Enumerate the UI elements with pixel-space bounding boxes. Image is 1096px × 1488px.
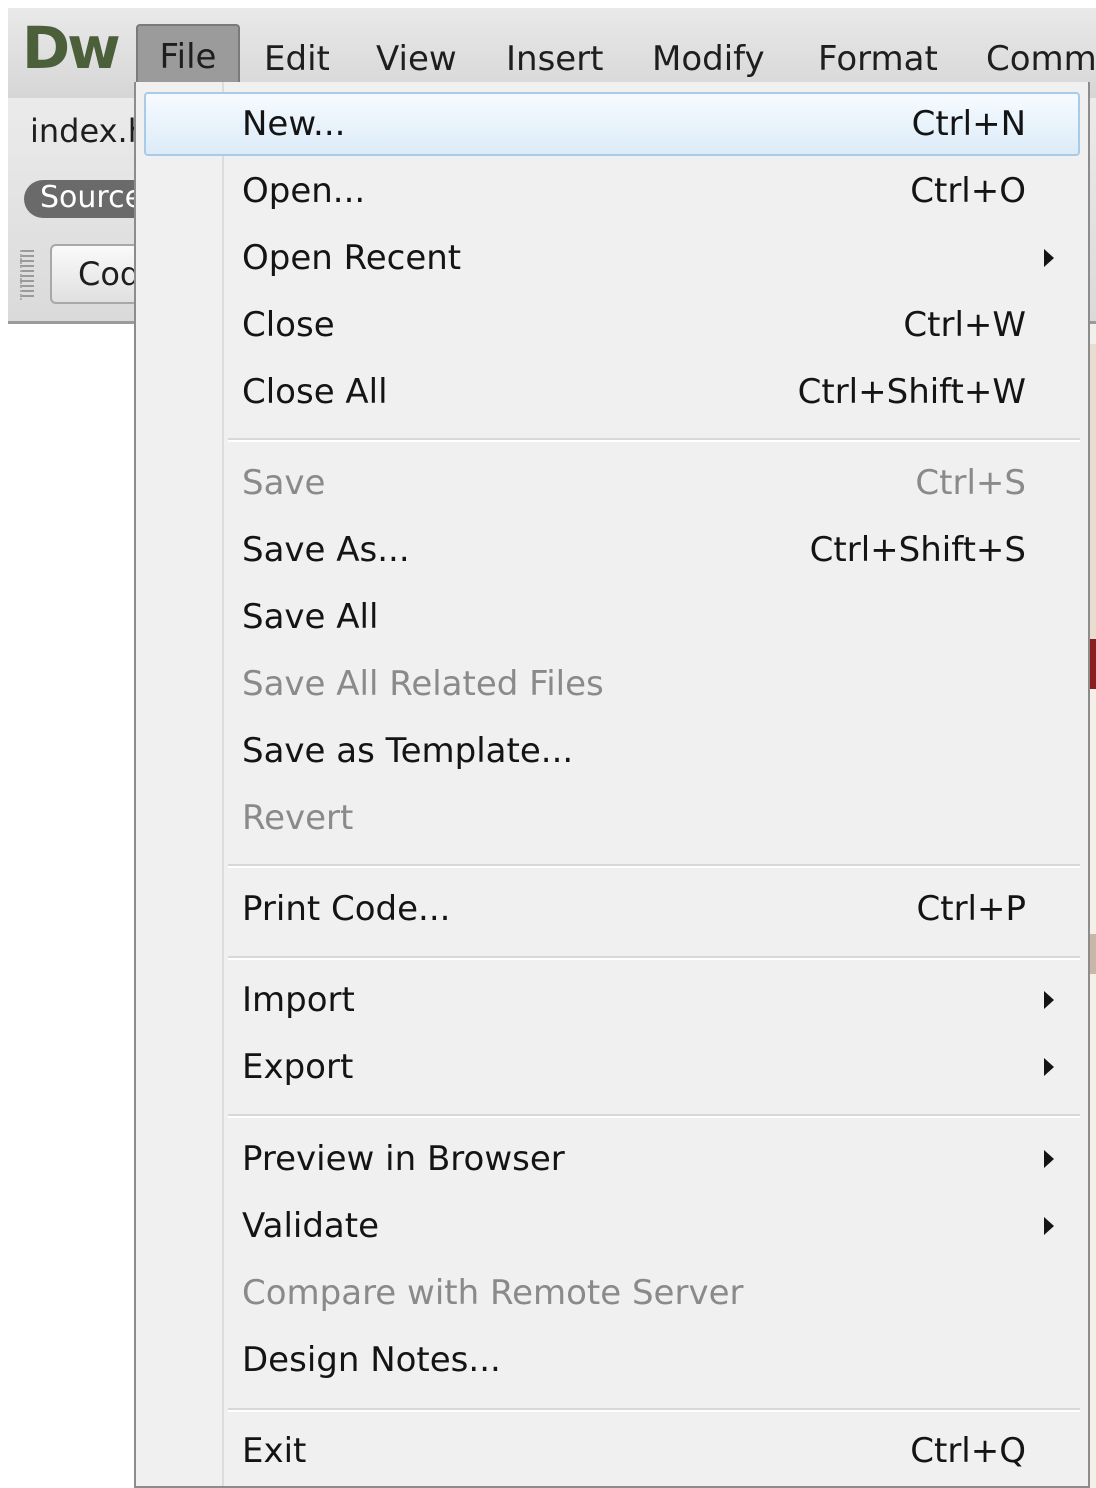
- app-logo: Dw: [22, 14, 121, 82]
- menu-item-shortcut: Ctrl+P: [916, 889, 1027, 929]
- menu-item-label: Design Notes...: [242, 1340, 501, 1380]
- menu-item-label: Revert: [242, 798, 354, 838]
- menu-item-label: Save All: [242, 597, 379, 637]
- menu-item-save[interactable]: Save Ctrl+S: [136, 450, 1088, 516]
- menu-item-label: Validate: [242, 1206, 380, 1246]
- menu-item-open[interactable]: Open... Ctrl+O: [136, 158, 1088, 224]
- menu-separator: [228, 1408, 1080, 1412]
- file-menu-dropdown: New... Ctrl+N Open... Ctrl+O Open Recent…: [134, 82, 1090, 1488]
- menu-item-label: Export: [242, 1047, 354, 1087]
- menu-item-label: Print Code...: [242, 889, 451, 929]
- menu-item-validate[interactable]: Validate: [136, 1193, 1088, 1259]
- menu-item-print-code[interactable]: Print Code... Ctrl+P: [136, 876, 1088, 942]
- menu-item-import[interactable]: Import: [136, 967, 1088, 1033]
- menu-item-new[interactable]: New... Ctrl+N: [144, 92, 1080, 156]
- menu-item-label: Preview in Browser: [242, 1139, 565, 1179]
- menu-item-label: Save All Related Files: [242, 664, 604, 704]
- menu-item-preview-in-browser[interactable]: Preview in Browser: [136, 1126, 1088, 1192]
- menu-item-save-all-related-files[interactable]: Save All Related Files: [136, 651, 1088, 717]
- menu-item-open-recent[interactable]: Open Recent: [136, 225, 1088, 291]
- menu-item-label: Close All: [242, 372, 388, 412]
- menu-item-shortcut: Ctrl+Q: [910, 1431, 1026, 1471]
- toolbar-grip-handle[interactable]: [20, 250, 34, 300]
- menu-item-save-all[interactable]: Save All: [136, 584, 1088, 650]
- menu-item-label: Open...: [242, 171, 366, 211]
- menu-item-shortcut: Ctrl+O: [910, 171, 1026, 211]
- menu-item-revert[interactable]: Revert: [136, 785, 1088, 851]
- menu-file[interactable]: File: [136, 24, 240, 90]
- menu-item-shortcut: Ctrl+S: [915, 463, 1026, 503]
- menu-item-close-all[interactable]: Close All Ctrl+Shift+W: [136, 359, 1088, 425]
- menu-item-shortcut: Ctrl+N: [911, 104, 1026, 144]
- menu-item-label: New...: [242, 104, 346, 144]
- submenu-arrow-icon: [1044, 991, 1054, 1009]
- menu-item-save-as-template[interactable]: Save as Template...: [136, 718, 1088, 784]
- menu-item-label: Save as Template...: [242, 731, 574, 771]
- menu-separator: [228, 864, 1080, 868]
- menu-item-shortcut: Ctrl+Shift+S: [809, 530, 1026, 570]
- menu-item-label: Import: [242, 980, 355, 1020]
- submenu-arrow-icon: [1044, 1217, 1054, 1235]
- menu-item-shortcut: Ctrl+Shift+W: [797, 372, 1026, 412]
- menu-separator: [228, 956, 1080, 960]
- menu-item-label: Compare with Remote Server: [242, 1273, 744, 1313]
- menu-separator: [228, 1114, 1080, 1118]
- menu-item-label: Exit: [242, 1431, 307, 1471]
- menu-separator: [228, 438, 1080, 442]
- menu-item-shortcut: Ctrl+W: [903, 305, 1026, 345]
- menu-item-label: Save As...: [242, 530, 410, 570]
- submenu-arrow-icon: [1044, 1150, 1054, 1168]
- document-tab[interactable]: index.h: [30, 112, 148, 150]
- submenu-arrow-icon: [1044, 249, 1054, 267]
- menu-item-exit[interactable]: Exit Ctrl+Q: [136, 1418, 1088, 1484]
- menu-item-close[interactable]: Close Ctrl+W: [136, 292, 1088, 358]
- menu-item-save-as[interactable]: Save As... Ctrl+Shift+S: [136, 517, 1088, 583]
- submenu-arrow-icon: [1044, 1058, 1054, 1076]
- menu-item-label: Save: [242, 463, 326, 503]
- menu-item-label: Open Recent: [242, 238, 462, 278]
- menu-item-design-notes[interactable]: Design Notes...: [136, 1327, 1088, 1393]
- menu-item-label: Close: [242, 305, 335, 345]
- menu-item-compare-with-remote-server[interactable]: Compare with Remote Server: [136, 1260, 1088, 1326]
- menu-item-export[interactable]: Export: [136, 1034, 1088, 1100]
